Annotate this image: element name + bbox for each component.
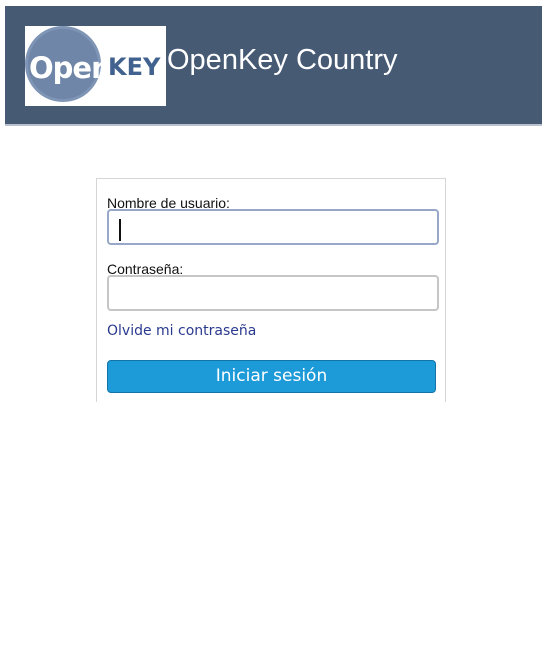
text-caret bbox=[119, 219, 121, 241]
site-title: OpenKey Country bbox=[167, 44, 398, 76]
username-field[interactable] bbox=[107, 209, 439, 245]
login-button[interactable]: Iniciar sesión bbox=[107, 360, 436, 393]
openkey-logo[interactable]: Open KEY bbox=[25, 26, 166, 106]
password-field[interactable] bbox=[107, 275, 439, 311]
page-header: Open KEY OpenKey Country bbox=[5, 6, 542, 126]
forgot-password-link[interactable]: Olvide mi contraseña bbox=[107, 322, 256, 340]
openkey-logo-graphic: Open KEY bbox=[25, 26, 165, 102]
svg-text:Open: Open bbox=[29, 51, 111, 85]
login-card: Nombre de usuario: Contraseña: Olvide mi… bbox=[96, 178, 446, 402]
svg-text:KEY: KEY bbox=[108, 53, 161, 81]
